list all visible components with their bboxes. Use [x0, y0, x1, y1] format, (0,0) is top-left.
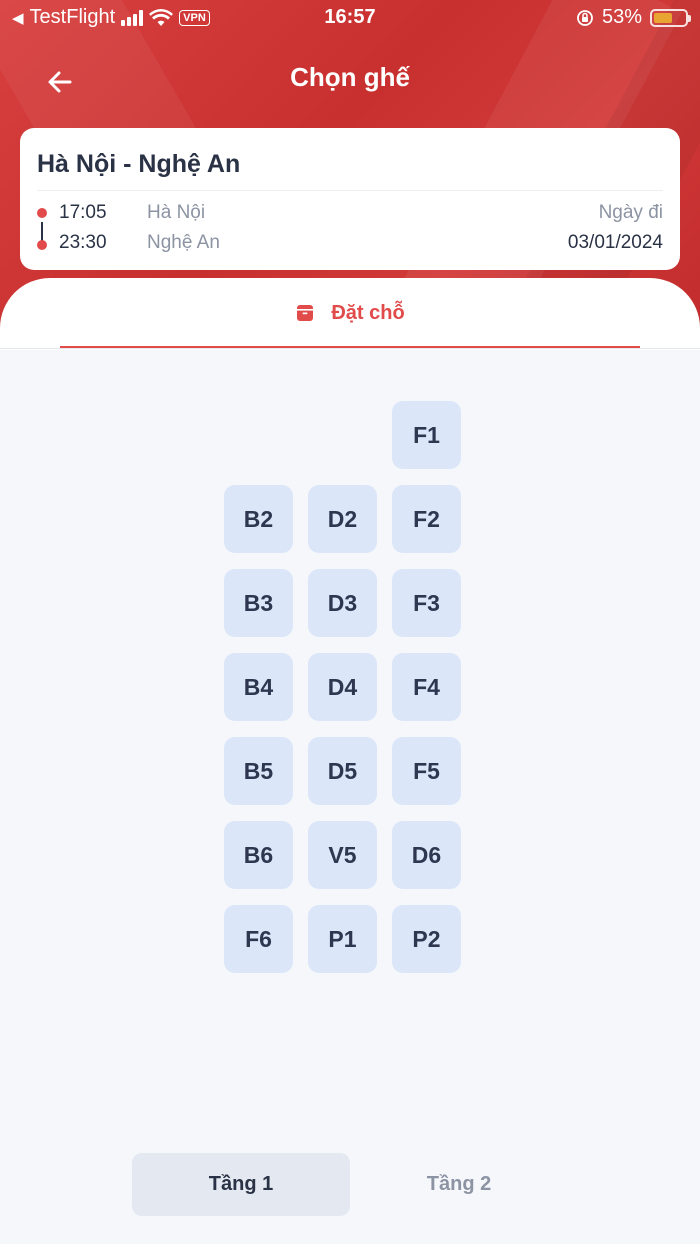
tab-label: Đặt chỗ	[331, 301, 405, 324]
battery-percent: 53%	[601, 6, 642, 28]
seat-button[interactable]: F1	[392, 401, 461, 469]
seat-button[interactable]: F4	[392, 653, 461, 721]
battery-icon	[650, 8, 691, 27]
divider	[37, 190, 663, 191]
archive-box-icon	[297, 305, 314, 321]
orientation-lock-icon	[577, 9, 593, 26]
seat-panel-header: Đặt chỗ	[0, 278, 700, 350]
seat-button[interactable]: F3	[392, 569, 461, 637]
status-bar: ◀ TestFlight VPN 16:57 53%	[0, 0, 700, 36]
seat-button[interactable]: D6	[392, 821, 461, 889]
date-label: Ngày đi	[598, 202, 663, 223]
seat-button[interactable]: D4	[308, 653, 377, 721]
seat-button[interactable]: D2	[308, 485, 377, 553]
arrival-place: Nghệ An	[147, 232, 220, 253]
tab-dat-cho[interactable]: Đặt chỗ	[60, 278, 640, 348]
seat-button[interactable]: D5	[308, 737, 377, 805]
timeline-line	[41, 222, 43, 242]
route-title: Hà Nội - Nghệ An	[37, 150, 241, 178]
seat-button[interactable]: P1	[308, 905, 377, 973]
page-title: Chọn ghế	[290, 62, 410, 92]
arrival-time: 23:30	[59, 232, 107, 253]
seat-button[interactable]: V5	[308, 821, 377, 889]
seat-button[interactable]: D3	[308, 569, 377, 637]
arrival-dot-icon	[37, 240, 47, 250]
seat-button[interactable]: F6	[224, 905, 293, 973]
seat-button[interactable]: F5	[392, 737, 461, 805]
seat-button[interactable]: B5	[224, 737, 293, 805]
tab-floor-2[interactable]: Tầng 2	[350, 1153, 568, 1216]
seat-button[interactable]: B3	[224, 569, 293, 637]
trip-info-card: Hà Nội - Nghệ An 17:05 Hà Nội 23:30 Nghệ…	[20, 128, 680, 270]
seat-button[interactable]: B4	[224, 653, 293, 721]
seat-button[interactable]: B2	[224, 485, 293, 553]
seat-button[interactable]: B6	[224, 821, 293, 889]
tab-floor-1[interactable]: Tầng 1	[132, 1153, 350, 1216]
departure-dot-icon	[37, 208, 47, 218]
departure-time: 17:05	[59, 202, 107, 223]
divider	[0, 348, 700, 349]
seat-button[interactable]: P2	[392, 905, 461, 973]
date-value: 03/01/2024	[567, 232, 663, 253]
departure-place: Hà Nội	[147, 202, 206, 223]
seat-button[interactable]: F2	[392, 485, 461, 553]
